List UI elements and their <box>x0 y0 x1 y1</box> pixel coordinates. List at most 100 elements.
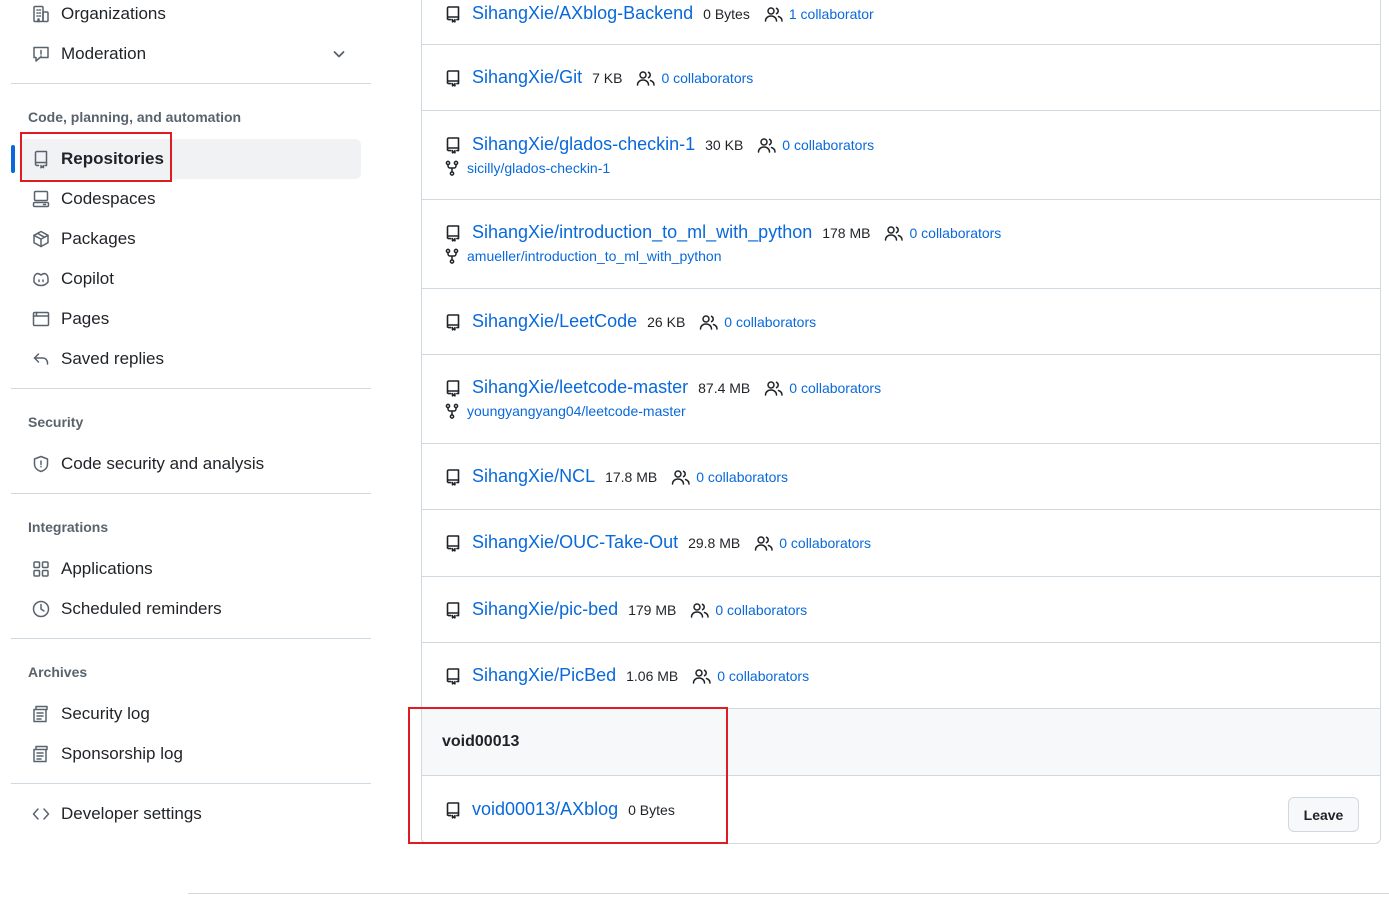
collaborators-count: 0 collaborators <box>717 667 810 684</box>
sidebar-item-applications[interactable]: Applications <box>20 549 361 589</box>
people-icon <box>757 137 777 153</box>
fork-source-link[interactable]: amueller/introduction_to_ml_with_python <box>467 248 721 264</box>
repo-icon <box>444 667 462 685</box>
fork-icon <box>444 248 460 264</box>
repo-line: SihangXie/AXblog-Backend 0 Bytes 1 colla… <box>444 3 874 24</box>
repo-link[interactable]: SihangXie/leetcode-master <box>472 377 688 398</box>
sidebar-divider <box>11 493 371 494</box>
table-row: SihangXie/PicBed 1.06 MB 0 collaborators <box>422 643 1380 709</box>
repo-icon <box>444 224 462 242</box>
repo-line: SihangXie/glados-checkin-1 30 KB 0 colla… <box>444 134 874 155</box>
fork-source: sicilly/glados-checkin-1 <box>444 160 610 176</box>
repo-link[interactable]: SihangXie/AXblog-Backend <box>472 3 693 24</box>
sidebar-item-label: Repositories <box>61 149 164 168</box>
log-icon <box>31 744 51 764</box>
repo-link[interactable]: SihangXie/OUC-Take-Out <box>472 532 678 553</box>
repo-icon <box>444 601 462 619</box>
sidebar-item-packages[interactable]: Packages <box>20 219 361 259</box>
sidebar-item-label: Applications <box>61 559 153 578</box>
repo-size: 0 Bytes <box>628 801 675 818</box>
fork-icon <box>444 403 460 419</box>
codespaces-icon <box>31 189 51 209</box>
chevron-down-icon[interactable] <box>331 46 347 62</box>
collaborators-link[interactable]: 0 collaborators <box>636 70 753 86</box>
collaborators-link[interactable]: 0 collaborators <box>884 225 1001 241</box>
fork-source-link[interactable]: youngyangyang04/leetcode-master <box>467 403 686 419</box>
people-icon <box>690 602 710 618</box>
collaborators-link[interactable]: 0 collaborators <box>699 314 816 330</box>
sidebar-item-label: Scheduled reminders <box>61 599 222 618</box>
package-icon <box>31 229 51 249</box>
sidebar-item-scheduled-reminders[interactable]: Scheduled reminders <box>20 589 361 629</box>
repo-link[interactable]: SihangXie/LeetCode <box>472 311 637 332</box>
sidebar-divider <box>11 783 371 784</box>
sidebar-item-copilot[interactable]: Copilot <box>20 259 361 299</box>
repo-link[interactable]: SihangXie/Git <box>472 67 582 88</box>
sidebar-item-security-log[interactable]: Security log <box>20 694 361 734</box>
people-icon <box>764 6 784 22</box>
repo-link[interactable]: SihangXie/introduction_to_ml_with_python <box>472 222 812 243</box>
sidebar-item-developer-settings[interactable]: Developer settings <box>20 794 361 834</box>
collaborators-link[interactable]: 0 collaborators <box>764 380 881 396</box>
repo-link[interactable]: SihangXie/glados-checkin-1 <box>472 134 695 155</box>
sidebar-item-repositories[interactable]: Repositories <box>11 139 361 179</box>
table-row: SihangXie/introduction_to_ml_with_python… <box>422 200 1380 289</box>
repo-line: SihangXie/NCL 17.8 MB 0 collaborators <box>444 466 788 487</box>
sidebar-divider <box>11 638 371 639</box>
collaborators-link[interactable]: 0 collaborators <box>754 535 871 551</box>
section-heading-archives: Archives <box>28 664 88 680</box>
repo-link[interactable]: SihangXie/pic-bed <box>472 599 618 620</box>
collaborators-link[interactable]: 0 collaborators <box>757 137 874 153</box>
org-section-header: void00013 <box>422 708 1380 776</box>
sidebar-item-sponsorship-log[interactable]: Sponsorship log <box>20 734 361 774</box>
collaborators-link[interactable]: 0 collaborators <box>690 602 807 618</box>
leave-button[interactable]: Leave <box>1288 797 1359 832</box>
repo-icon <box>444 534 462 552</box>
sidebar-item-label: Developer settings <box>61 804 202 823</box>
repo-icon <box>444 5 462 23</box>
sidebar-item-code-security[interactable]: Code security and analysis <box>20 444 361 484</box>
sidebar-item-label: Codespaces <box>61 189 156 208</box>
fork-source-link[interactable]: sicilly/glados-checkin-1 <box>467 160 610 176</box>
fork-source: youngyangyang04/leetcode-master <box>444 403 686 419</box>
collaborators-link[interactable]: 1 collaborator <box>764 6 874 22</box>
sidebar-item-label: Code security and analysis <box>61 454 265 473</box>
table-row: SihangXie/glados-checkin-1 30 KB 0 colla… <box>422 111 1380 200</box>
repo-size: 17.8 MB <box>605 468 658 485</box>
organization-icon <box>31 4 51 24</box>
sidebar-item-label: Copilot <box>61 269 114 288</box>
sidebar-item-organizations[interactable]: Organizations <box>20 0 361 34</box>
repo-link[interactable]: SihangXie/NCL <box>472 466 595 487</box>
repo-size: 179 MB <box>628 601 677 618</box>
repo-size: 1.06 MB <box>626 667 679 684</box>
repo-icon <box>444 136 462 154</box>
repo-icon <box>444 379 462 397</box>
sidebar-item-pages[interactable]: Pages <box>20 299 361 339</box>
repo-line: SihangXie/Git 7 KB 0 collaborators <box>444 67 753 88</box>
collaborators-link[interactable]: 0 collaborators <box>671 469 788 485</box>
collaborators-link[interactable]: 0 collaborators <box>692 668 809 684</box>
repo-size: 7 KB <box>592 69 623 86</box>
repo-line: SihangXie/PicBed 1.06 MB 0 collaborators <box>444 665 809 686</box>
repo-line: SihangXie/LeetCode 26 KB 0 collaborators <box>444 311 816 332</box>
sidebar-item-label: Organizations <box>61 4 166 23</box>
sidebar-item-codespaces[interactable]: Codespaces <box>20 179 361 219</box>
section-heading-code: Code, planning, and automation <box>28 109 242 125</box>
shield-icon <box>31 454 51 474</box>
sidebar-item-label: Sponsorship log <box>61 744 183 763</box>
collaborators-count: 0 collaborators <box>696 468 789 485</box>
sidebar-item-label: Moderation <box>61 44 147 63</box>
repo-link[interactable]: SihangXie/PicBed <box>472 665 616 686</box>
people-icon <box>754 535 774 551</box>
repo-line: SihangXie/introduction_to_ml_with_python… <box>444 222 1001 243</box>
sidebar-item-moderation[interactable]: Moderation <box>20 34 361 74</box>
repo-icon <box>444 69 462 87</box>
table-row: SihangXie/NCL 17.8 MB 0 collaborators <box>422 444 1380 510</box>
sidebar-item-saved-replies[interactable]: Saved replies <box>20 339 361 379</box>
repo-link[interactable]: void00013/AXblog <box>472 799 618 820</box>
repo-line: SihangXie/leetcode-master 87.4 MB 0 coll… <box>444 377 881 398</box>
repositories-list: SihangXie/AXblog-Backend 0 Bytes 1 colla… <box>421 0 1381 844</box>
collaborators-count: 0 collaborators <box>782 136 875 153</box>
people-icon <box>671 469 691 485</box>
people-icon <box>884 225 904 241</box>
